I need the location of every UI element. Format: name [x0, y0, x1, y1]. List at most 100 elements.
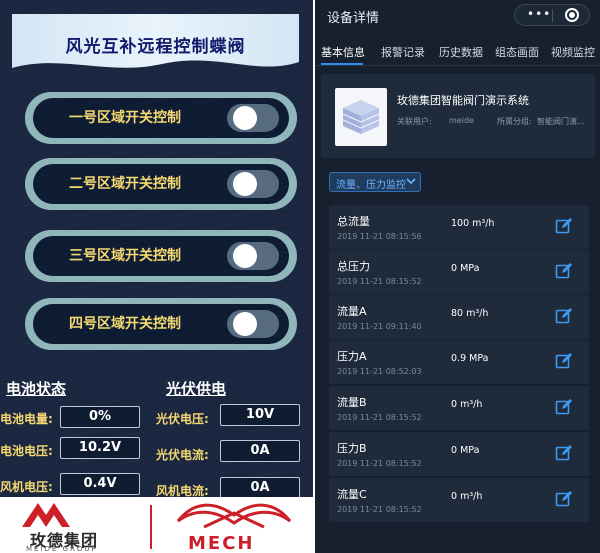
list-item: 压力B 2019 11-21 08:15:52 0 MPa — [329, 432, 589, 476]
device-detail-panel: 设备详情 ••• 基本信息 报警记录 历史数据 组态画面 视频监控 玫德集团智能 — [315, 0, 600, 553]
item-timestamp: 2019 11-21 08:15:52 — [337, 277, 422, 286]
title-banner: 风光互补远程控制蝶阀 — [12, 14, 299, 74]
battery-status-title: 电池状态 — [6, 380, 67, 398]
miniprogram-capsule: ••• — [514, 4, 590, 26]
page-title: 风光互补远程控制蝶阀 — [65, 37, 246, 57]
item-name: 压力A — [337, 350, 367, 363]
tab-basic-info[interactable]: 基本信息 — [321, 44, 365, 60]
list-item: 流量C 2019 11-21 08:15:52 0 m³/h — [329, 478, 589, 522]
item-timestamp: 2019 11-21 09:11:40 — [337, 322, 422, 331]
mech-logo: MECH — [160, 497, 313, 553]
zone-1-toggle[interactable] — [227, 104, 279, 132]
battery-voltage-label: 电池电压: — [0, 444, 53, 458]
tab-video-monitor[interactable]: 视频监控 — [551, 44, 595, 60]
item-value: 0 MPa — [451, 445, 480, 456]
meide-mark-icon — [22, 503, 70, 527]
toggle-knob — [233, 106, 257, 130]
mech-logo-text: MECH — [188, 533, 255, 553]
zone-3-switch-label: 三号区域开关控制 — [69, 248, 181, 264]
item-name: 流量B — [337, 396, 367, 409]
edit-icon[interactable] — [555, 490, 573, 508]
list-item: 总流量 2019 11-21 08:15:56 100 m³/h — [329, 205, 589, 249]
fan-voltage-value: 0.4V — [60, 473, 140, 495]
battery-voltage-value: 10.2V — [60, 437, 140, 459]
item-value: 0.9 MPa — [451, 353, 489, 364]
zone-4-switch-label: 四号区域开关控制 — [69, 316, 181, 332]
zone-2-toggle[interactable] — [227, 170, 279, 198]
item-name: 总压力 — [337, 260, 370, 273]
item-name: 流量C — [337, 488, 367, 501]
logo-divider — [150, 505, 152, 549]
group-label: 所属分组: — [497, 117, 532, 126]
group-value: 智能阀门演... — [537, 117, 585, 126]
list-item: 总压力 2019 11-21 08:15:52 0 MPa — [329, 250, 589, 294]
battery-level-value: 0% — [60, 406, 140, 428]
zone-1-switch-label: 一号区域开关控制 — [69, 110, 181, 126]
header-title: 设备详情 — [327, 11, 380, 26]
pv-current-label: 光伏电流: — [156, 448, 209, 462]
capsule-divider — [552, 9, 553, 22]
zone-4-switch-row: 四号区域开关控制 — [25, 298, 297, 350]
item-timestamp: 2019 11-21 08:15:52 — [337, 505, 422, 514]
app-header: 设备详情 ••• — [315, 0, 600, 30]
item-name: 总流量 — [337, 215, 370, 228]
toggle-knob — [233, 244, 257, 268]
item-name: 流量A — [337, 305, 367, 318]
zone-3-toggle[interactable] — [227, 242, 279, 270]
monitor-filter-dropdown[interactable]: 流量、压力监控 — [329, 172, 421, 192]
edit-icon[interactable] — [555, 307, 573, 325]
zone-1-switch-row: 一号区域开关控制 — [25, 92, 297, 144]
tab-configuration[interactable]: 组态画面 — [495, 44, 539, 60]
list-item: 流量B 2019 11-21 08:15:52 0 m³/h — [329, 386, 589, 430]
item-name: 压力B — [337, 442, 367, 455]
meide-logo-subtext: MEIDE GROUP — [26, 545, 98, 553]
pv-current-value: 0A — [220, 440, 300, 462]
tab-bar: 基本信息 报警记录 历史数据 组态画面 视频监控 — [315, 36, 600, 66]
linked-user-label: 关联用户: — [397, 117, 432, 126]
item-timestamp: 2019 11-21 08:15:56 — [337, 232, 422, 241]
item-value: 80 m³/h — [451, 308, 489, 319]
item-value: 0 MPa — [451, 263, 480, 274]
list-item: 压力A 2019 11-21 08:52:03 0.9 MPa — [329, 340, 589, 384]
close-target-icon[interactable] — [565, 8, 579, 22]
toggle-knob — [233, 172, 257, 196]
pv-voltage-value: 10V — [220, 404, 300, 426]
zone-2-switch-label: 二号区域开关控制 — [69, 176, 181, 192]
edit-icon[interactable] — [555, 217, 573, 235]
power-status-area: 电池状态 光伏供电 电池电量: 0% 电池电压: 10.2V 风机电压: 0.4… — [0, 370, 313, 500]
more-menu-icon[interactable]: ••• — [527, 7, 551, 21]
item-value: 100 m³/h — [451, 218, 495, 229]
edit-icon[interactable] — [555, 444, 573, 462]
battery-level-label: 电池电量: — [0, 412, 53, 426]
item-timestamp: 2019 11-21 08:15:52 — [337, 413, 422, 422]
zone-2-switch-row: 二号区域开关控制 — [25, 158, 297, 210]
item-value: 0 m³/h — [451, 491, 483, 502]
server-stack-icon — [342, 100, 380, 134]
logo-bar: 玫德集团 MEIDE GROUP MECH — [0, 497, 313, 553]
edit-icon[interactable] — [555, 352, 573, 370]
item-timestamp: 2019 11-21 08:52:03 — [337, 367, 422, 376]
tab-alarm-records[interactable]: 报警记录 — [381, 44, 425, 60]
chevron-down-icon — [406, 178, 416, 185]
zone-3-switch-row: 三号区域开关控制 — [25, 230, 297, 282]
fan-current-value: 0A — [220, 477, 300, 499]
device-thumbnail — [335, 88, 387, 146]
mech-mark-icon — [176, 503, 292, 529]
device-name: 玫德集团智能阀门演示系统 — [397, 94, 529, 107]
fan-voltage-label: 风机电压: — [0, 480, 53, 494]
edit-icon[interactable] — [555, 398, 573, 416]
linked-user-value: meide — [449, 116, 474, 125]
pv-voltage-label: 光伏电压: — [156, 412, 209, 426]
item-value: 0 m³/h — [451, 399, 483, 410]
device-info-card[interactable]: 玫德集团智能阀门演示系统 关联用户: meide 所属分组: 智能阀门演... — [321, 74, 595, 158]
edit-icon[interactable] — [555, 262, 573, 280]
zone-4-toggle[interactable] — [227, 310, 279, 338]
toggle-knob — [233, 312, 257, 336]
valve-control-panel: 风光互补远程控制蝶阀 一号区域开关控制 二号区域开关控制 三号区域开关控制 四号… — [0, 0, 313, 553]
active-tab-indicator — [321, 63, 363, 65]
tab-history-data[interactable]: 历史数据 — [439, 44, 483, 60]
filter-label: 流量、压力监控 — [336, 180, 406, 191]
meide-logo: 玫德集团 MEIDE GROUP — [0, 497, 150, 553]
list-item: 流量A 2019 11-21 09:11:40 80 m³/h — [329, 295, 589, 339]
item-timestamp: 2019 11-21 08:15:52 — [337, 459, 422, 468]
